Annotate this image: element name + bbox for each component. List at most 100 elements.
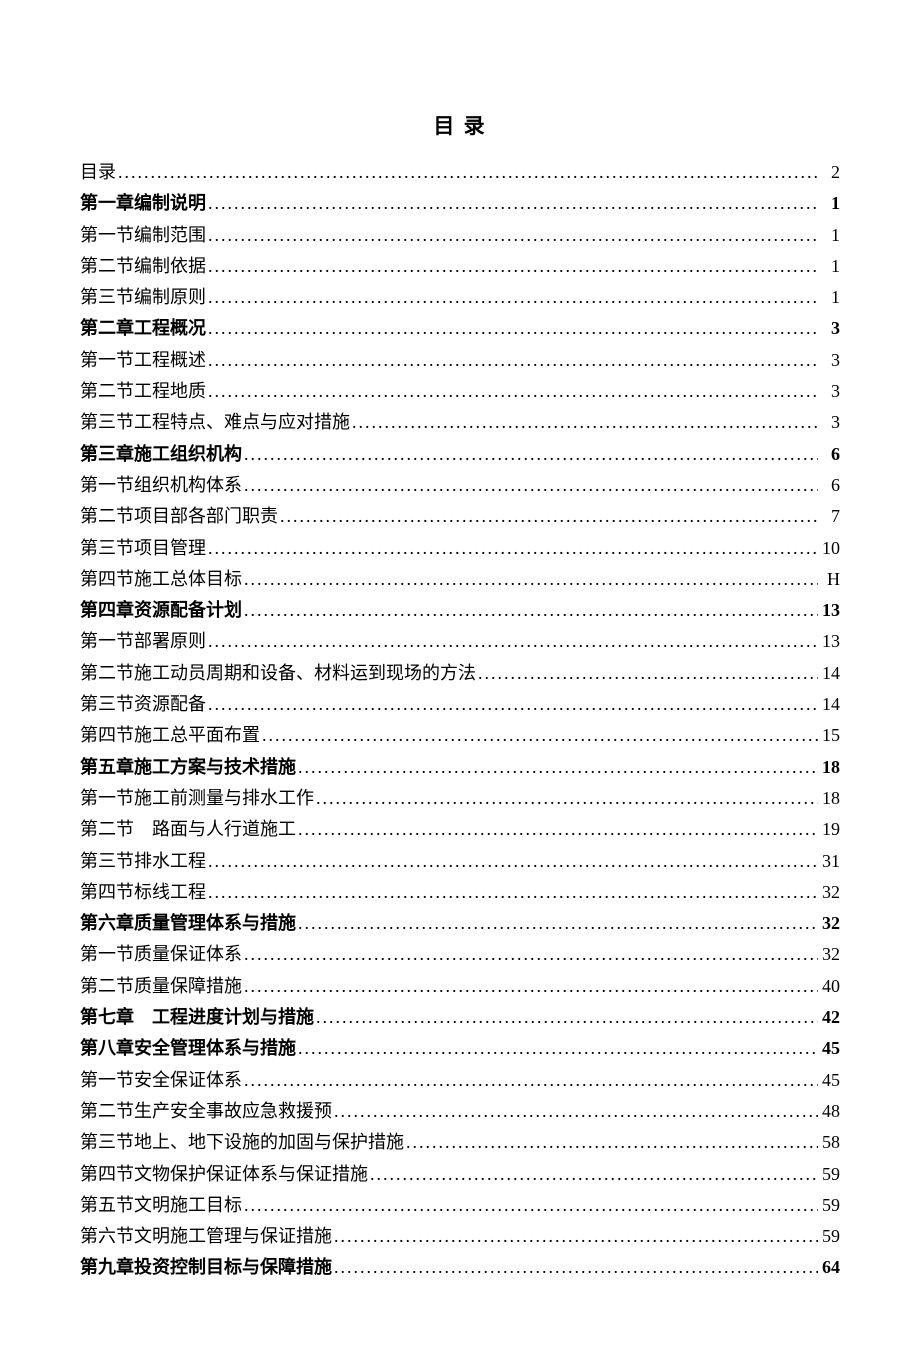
toc-entry: 第一章编制说明 1 [80, 189, 840, 218]
toc-entry-page: 6 [820, 440, 840, 469]
toc-entry-page: 1 [820, 283, 840, 312]
toc-entry: 第三节地上、地下设施的加固与保护措施 58 [80, 1128, 840, 1157]
toc-entry: 第三节工程特点、难点与应对措施 3 [80, 408, 840, 437]
toc-entry-label: 第一节部署原则 [80, 627, 206, 656]
toc-entry-label: 第四节文物保护保证体系与保证措施 [80, 1160, 368, 1189]
toc-leader-dots [334, 1097, 818, 1126]
toc-entry: 第四节施工总平面布置15 [80, 721, 840, 750]
toc-leader-dots [244, 940, 818, 969]
toc-entry: 第二节编制依据1 [80, 252, 840, 281]
toc-entry: 第七章 工程进度计划与措施42 [80, 1003, 840, 1032]
toc-entry-page: 48 [820, 1097, 840, 1126]
toc-entry: 目录2 [80, 158, 840, 187]
toc-entry-label: 第一节编制范围 [80, 221, 206, 250]
toc-entry-label: 第一节工程概述 [80, 346, 206, 375]
toc-entry-label: 第二节工程地质 [80, 377, 206, 406]
toc-entry: 第一节施工前测量与排水工作 18 [80, 784, 840, 813]
toc-leader-dots [208, 252, 818, 281]
toc-entry-page: 14 [820, 690, 840, 719]
toc-leader-dots [118, 158, 818, 187]
toc-leader-dots [208, 878, 818, 907]
toc-entry-page: 14 [820, 659, 840, 688]
toc-entry-label: 第一节施工前测量与排水工作 [80, 784, 314, 813]
toc-leader-dots [208, 627, 818, 656]
toc-leader-dots [478, 659, 818, 688]
toc-entry-page: 32 [820, 940, 840, 969]
toc-entry-label: 第九章投资控制目标与保障措施 [80, 1253, 332, 1282]
toc-entry: 第二节生产安全事故应急救援预 48 [80, 1097, 840, 1126]
toc-entry: 第二节质量保障措施 40 [80, 972, 840, 1001]
toc-title: 目 录 [80, 110, 840, 140]
toc-entry-label: 第四节施工总平面布置 [80, 721, 260, 750]
toc-entry: 第三章施工组织机构6 [80, 440, 840, 469]
toc-entry-label: 第五章施工方案与技术措施 [80, 753, 296, 782]
toc-entry-label: 第七章 工程进度计划与措施 [80, 1003, 314, 1032]
toc-entry-label: 第四节施工总体目标 [80, 565, 242, 594]
toc-leader-dots [262, 721, 818, 750]
toc-entry: 第二章工程概况3 [80, 314, 840, 343]
toc-entry: 第一节工程概述 3 [80, 346, 840, 375]
toc-entry-label: 第二节编制依据 [80, 252, 206, 281]
toc-entry-label: 第二节 路面与人行道施工 [80, 815, 296, 844]
toc-leader-dots [316, 1003, 818, 1032]
toc-entry-label: 第四章资源配备计划 [80, 596, 242, 625]
toc-entry-label: 第二节施工动员周期和设备、材料运到现场的方法 [80, 659, 476, 688]
toc-leader-dots [316, 784, 818, 813]
toc-entry-label: 第三节工程特点、难点与应对措施 [80, 408, 350, 437]
toc-leader-dots [208, 346, 818, 375]
toc-leader-dots [406, 1128, 818, 1157]
toc-entry-label: 第一章编制说明 [80, 189, 206, 218]
toc-leader-dots [208, 534, 818, 563]
toc-entry-page: 19 [820, 815, 840, 844]
toc-entry: 第三节资源配备14 [80, 690, 840, 719]
toc-entry: 第六章质量管理体系与措施32 [80, 909, 840, 938]
toc-leader-dots [370, 1160, 818, 1189]
toc-leader-dots [244, 972, 818, 1001]
toc-leader-dots [208, 847, 818, 876]
toc-leader-dots [298, 1034, 818, 1063]
toc-entry: 第一节组织机构体系6 [80, 471, 840, 500]
toc-entry: 第一节编制范围1 [80, 221, 840, 250]
toc-leader-dots [208, 221, 818, 250]
toc-entry-page: 3 [820, 346, 840, 375]
toc-entry-label: 第六节文明施工管理与保证措施 [80, 1222, 332, 1251]
toc-entry-page: 18 [820, 784, 840, 813]
toc-leader-dots [244, 596, 818, 625]
toc-entry-label: 第二节项目部各部门职责 [80, 502, 278, 531]
toc-entry: 第五章施工方案与技术措施18 [80, 753, 840, 782]
toc-entry-page: 6 [820, 471, 840, 500]
document-page: 目 录 目录2第一章编制说明1第一节编制范围1第二节编制依据1第三节编制原则1第… [0, 0, 920, 1365]
toc-entry-page: 3 [820, 377, 840, 406]
toc-entry: 第二节项目部各部门职责7 [80, 502, 840, 531]
toc-entry-label: 第八章安全管理体系与措施 [80, 1034, 296, 1063]
toc-leader-dots [244, 440, 818, 469]
toc-entry: 第一节质量保证体系32 [80, 940, 840, 969]
toc-leader-dots [298, 753, 818, 782]
toc-entry-page: 13 [820, 627, 840, 656]
toc-entry-label: 第二章工程概况 [80, 314, 206, 343]
toc-entry: 第二节施工动员周期和设备、材料运到现场的方法 14 [80, 659, 840, 688]
toc-entry-page: 58 [820, 1128, 840, 1157]
toc-entry-page: 13 [820, 596, 840, 625]
toc-entry-page: 1 [820, 189, 840, 218]
toc-entry-label: 第三节地上、地下设施的加固与保护措施 [80, 1128, 404, 1157]
toc-leader-dots [208, 377, 818, 406]
toc-entry-page: 59 [820, 1160, 840, 1189]
toc-entry-label: 第二节质量保障措施 [80, 972, 242, 1001]
toc-entry: 第三节项目管理10 [80, 534, 840, 563]
toc-entry-label: 目录 [80, 158, 116, 187]
toc-entry-page: 40 [820, 972, 840, 1001]
toc-entry-label: 第二节生产安全事故应急救援预 [80, 1097, 332, 1126]
toc-leader-dots [244, 471, 818, 500]
toc-entry-page: 3 [820, 408, 840, 437]
toc-leader-dots [208, 283, 818, 312]
toc-entry: 第六节文明施工管理与保证措施59 [80, 1222, 840, 1251]
toc-entry: 第三节排水工程31 [80, 847, 840, 876]
toc-entry: 第二节 路面与人行道施工 19 [80, 815, 840, 844]
toc-entry-page: 64 [820, 1253, 840, 1282]
toc-entry-label: 第一节安全保证体系 [80, 1066, 242, 1095]
toc-leader-dots [352, 408, 818, 437]
toc-list: 目录2第一章编制说明1第一节编制范围1第二节编制依据1第三节编制原则1第二章工程… [80, 158, 840, 1282]
toc-leader-dots [208, 189, 818, 218]
toc-leader-dots [208, 314, 818, 343]
